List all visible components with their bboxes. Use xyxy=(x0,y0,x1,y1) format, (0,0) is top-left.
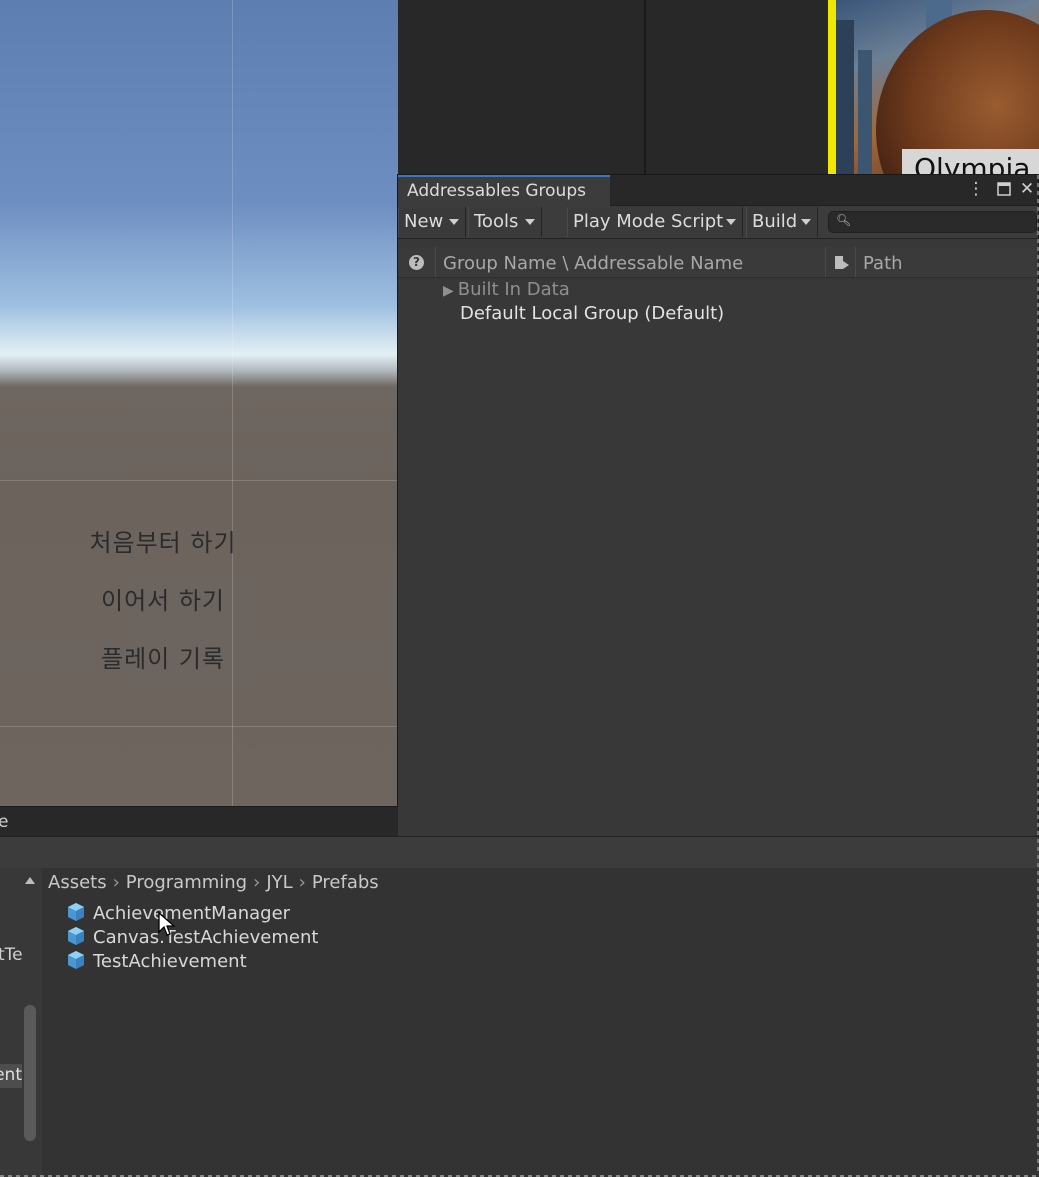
addressables-toolbar: New Tools Play Mode Script Build 🔍︎ xyxy=(398,206,1038,239)
prefab-icon xyxy=(68,903,84,921)
group-row-built-in-data[interactable]: ▶ Built In Data xyxy=(443,279,570,300)
mouse-cursor-icon xyxy=(158,912,176,936)
search-input[interactable]: 🔍︎ xyxy=(828,211,1037,233)
scene-view[interactable]: 처음부터 하기 이어서 하기 플레이 기록 xyxy=(0,0,398,806)
menu-start-new[interactable]: 처음부터 하기 xyxy=(0,523,326,558)
maximize-icon[interactable] xyxy=(994,179,1014,199)
column-separator[interactable] xyxy=(435,247,436,277)
scene-grid-line xyxy=(232,0,233,806)
tools-dropdown-label: Tools xyxy=(474,211,519,232)
tree-item-selected[interactable]: ent xyxy=(0,1064,22,1088)
right-panel-background xyxy=(644,0,830,175)
project-toolbar xyxy=(0,836,1039,869)
vertical-scrollbar-thumb[interactable] xyxy=(24,1005,36,1141)
column-separator[interactable] xyxy=(825,247,826,277)
tree-item-fragment: ent xyxy=(0,1065,22,1085)
new-dropdown-label: New xyxy=(404,211,444,232)
expand-arrow-icon[interactable]: ▶ xyxy=(443,283,454,299)
asset-item[interactable]: AchievementManager xyxy=(66,902,290,924)
project-folder-tree[interactable]: tTe ent xyxy=(0,868,43,1177)
chevron-down-icon xyxy=(726,219,736,225)
tree-item-fragment[interactable]: tTe xyxy=(0,945,23,965)
more-options-icon[interactable]: ⋮ xyxy=(966,179,986,199)
prefab-icon xyxy=(68,951,84,969)
chevron-down-icon xyxy=(449,219,459,225)
scene-grid-line xyxy=(0,480,398,481)
group-label: Default Local Group (Default) xyxy=(460,303,725,324)
help-icon[interactable]: ? xyxy=(409,255,424,270)
asset-item[interactable]: TestAchievement xyxy=(66,950,247,972)
menu-continue[interactable]: 이어서 하기 xyxy=(0,581,326,616)
breadcrumb-jyl[interactable]: JYL xyxy=(266,872,292,893)
project-panel-titlebar: e xyxy=(0,806,398,837)
label-icon[interactable] xyxy=(834,255,850,275)
breadcrumb-programming[interactable]: Programming xyxy=(126,872,247,893)
image-caption: Olympia xyxy=(902,149,1039,175)
asset-label: TestAchievement xyxy=(93,951,247,972)
play-mode-script-dropdown[interactable]: Play Mode Script xyxy=(567,207,743,237)
close-icon[interactable]: ✕ xyxy=(1017,179,1037,199)
chevron-right-icon: › xyxy=(298,872,306,893)
column-separator[interactable] xyxy=(855,247,856,277)
project-tab-fragment[interactable]: e xyxy=(0,812,8,832)
new-dropdown[interactable]: New xyxy=(398,207,466,237)
addressables-groups-window: Addressables Groups ⋮ ✕ New Tools Play M… xyxy=(397,174,1039,937)
breadcrumb-assets[interactable]: Assets xyxy=(48,872,107,893)
prefab-icon xyxy=(68,927,84,945)
chevron-down-icon xyxy=(801,219,811,225)
chevron-right-icon: › xyxy=(112,872,120,893)
scene-grid-line xyxy=(0,726,398,727)
build-dropdown-label: Build xyxy=(752,211,798,232)
breadcrumb-prefabs[interactable]: Prefabs xyxy=(312,872,379,893)
build-dropdown[interactable]: Build xyxy=(746,207,818,237)
menu-play-record[interactable]: 플레이 기록 xyxy=(0,639,326,674)
chevron-right-icon: › xyxy=(253,872,261,893)
column-path[interactable]: Path xyxy=(863,253,903,274)
search-icon: 🔍︎ xyxy=(836,213,852,227)
asset-label: Canvas.TestAchievement xyxy=(93,927,319,948)
column-group-name[interactable]: Group Name \ Addressable Name xyxy=(443,253,743,274)
group-label: Built In Data xyxy=(457,279,570,300)
asset-item[interactable]: Canvas.TestAchievement xyxy=(66,926,318,948)
breadcrumb: Assets › Programming › JYL › Prefabs xyxy=(48,872,379,893)
tools-dropdown[interactable]: Tools xyxy=(468,207,542,237)
groups-column-header: ? Group Name \ Addressable Name Path xyxy=(398,247,1038,278)
scroll-up-icon[interactable] xyxy=(25,877,35,884)
chevron-down-icon xyxy=(525,219,535,225)
highlight-bar xyxy=(828,0,836,175)
tab-addressables-groups[interactable]: Addressables Groups xyxy=(398,175,610,206)
play-mode-script-label: Play Mode Script xyxy=(573,211,724,232)
asset-label: AchievementManager xyxy=(93,903,291,924)
group-row-default-local[interactable]: Default Local Group (Default) xyxy=(460,303,724,324)
